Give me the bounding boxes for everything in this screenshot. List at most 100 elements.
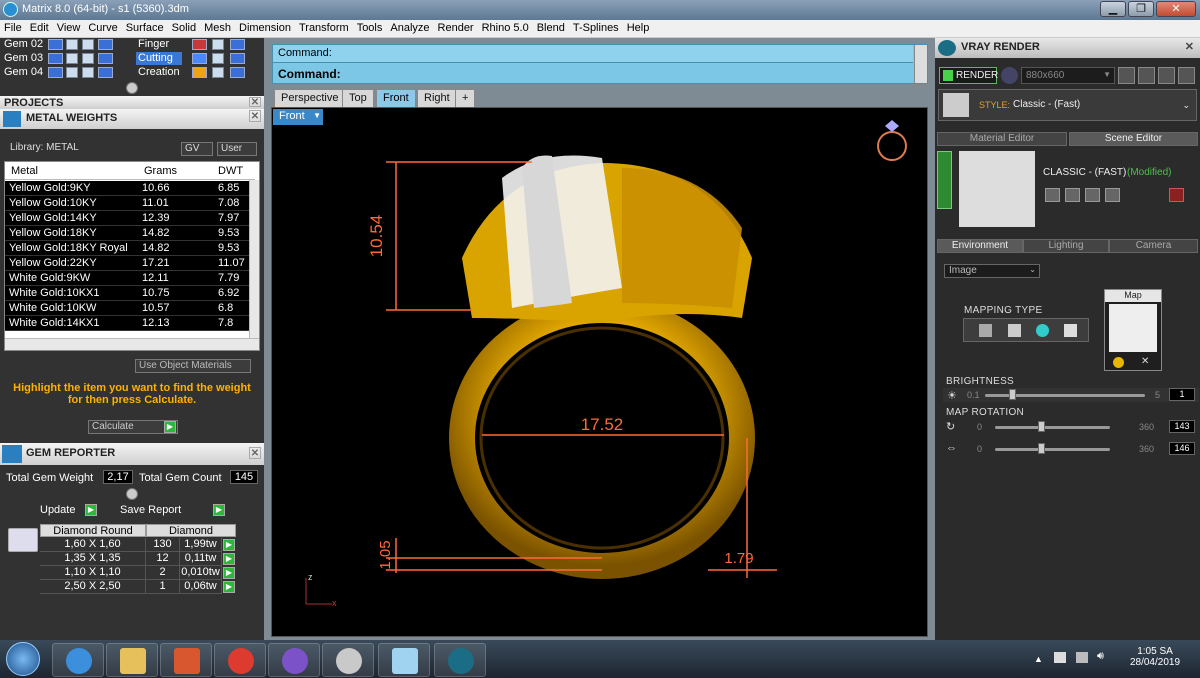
menu-mesh[interactable]: Mesh (200, 20, 235, 34)
collapse-handle[interactable] (126, 488, 138, 500)
tab-perspective[interactable]: Perspective (274, 89, 346, 107)
user-button[interactable]: User (217, 142, 257, 156)
table-row[interactable]: White Gold:14KX1 12.13 7.8 (5, 316, 249, 331)
layer-row[interactable]: Gem 04 Creation (0, 66, 264, 80)
finish-material-swatch[interactable] (230, 53, 245, 64)
paint-taskbar-icon[interactable] (322, 643, 374, 677)
menu-rhino[interactable]: Rhino 5.0 (478, 20, 533, 34)
lock-icon[interactable] (212, 39, 224, 50)
command-scrollbar[interactable] (914, 45, 927, 83)
add-icon[interactable] (1085, 188, 1100, 202)
menu-help[interactable]: Help (623, 20, 654, 34)
map-remove-icon[interactable]: ✕ (1141, 356, 1149, 367)
material-swatch[interactable] (98, 53, 113, 64)
menu-analyze[interactable]: Analyze (386, 20, 433, 34)
ie-taskbar-icon[interactable] (52, 643, 104, 677)
tab-add[interactable]: + (455, 89, 476, 107)
tab-right[interactable]: Right (417, 89, 457, 107)
tab-environment[interactable]: Environment (937, 239, 1023, 253)
menu-transform[interactable]: Transform (295, 20, 353, 34)
visibility-icon[interactable] (66, 39, 78, 50)
expand-handle[interactable] (937, 151, 952, 209)
rotation2-value[interactable]: 146 (1169, 442, 1195, 455)
table-hscrollbar[interactable] (5, 338, 259, 350)
visibility-icon[interactable] (66, 53, 78, 64)
clock[interactable]: 1:05 SA 28/04/2019 (1120, 646, 1190, 668)
tray-up-icon[interactable]: ▲ (1034, 654, 1043, 664)
mapping-plane-icon[interactable] (979, 324, 992, 337)
menu-render[interactable]: Render (434, 20, 478, 34)
grid-icon[interactable] (1138, 67, 1155, 84)
rotation1-knob[interactable] (1038, 421, 1045, 432)
minimize-button[interactable]: ▁ (1100, 1, 1126, 17)
volume-icon[interactable]: 🔊︎ (1097, 650, 1104, 663)
render-button[interactable]: RENDER (939, 67, 998, 84)
layer-row[interactable]: Gem 02 Finger (0, 38, 264, 52)
update-label[interactable]: Update (40, 504, 75, 516)
rewind-icon[interactable] (1118, 67, 1135, 84)
gv-button[interactable]: GV (181, 142, 213, 156)
table-row[interactable]: Yellow Gold:22KY 17.21 11.07 (5, 256, 249, 271)
command-input[interactable]: Command: (273, 64, 913, 84)
lock-icon[interactable] (212, 53, 224, 64)
material-swatch[interactable] (98, 67, 113, 78)
explorer-taskbar-icon[interactable] (106, 643, 158, 677)
visibility-icon[interactable] (66, 67, 78, 78)
environment-select[interactable]: Image ⌄ (944, 264, 1040, 278)
material-swatch[interactable] (98, 39, 113, 50)
menu-curve[interactable]: Curve (84, 20, 121, 34)
table-row[interactable]: White Gold:10KW 10.57 6.8 (5, 301, 249, 316)
metal-weights-table[interactable]: Metal Grams DWT Yellow Gold:9KY 10.66 6.85… (4, 161, 260, 351)
frame-icon[interactable] (1178, 67, 1195, 84)
menu-file[interactable]: File (0, 20, 26, 34)
rotation1-value[interactable]: 143 (1169, 420, 1195, 433)
network-icon[interactable] (1076, 652, 1088, 663)
lock-icon[interactable] (82, 67, 94, 78)
gem-table[interactable]: Diamond Round Diamond 1,60 X 1,60 130 1,99… (4, 524, 236, 596)
menu-tsplines[interactable]: T-Splines (569, 20, 623, 34)
table-row[interactable]: Yellow Gold:10KY 11.01 7.08 (5, 196, 249, 211)
ring-view-icon[interactable] (877, 131, 907, 161)
layer-row[interactable]: Gem 03 Cutting (0, 52, 264, 66)
finish-color-swatch[interactable] (192, 67, 207, 78)
table-row[interactable]: White Gold:10KX1 10.75 6.92 (5, 286, 249, 301)
rotation2-slider[interactable] (995, 448, 1110, 451)
map-thumbnail[interactable]: Map ✕ (1104, 289, 1162, 371)
map-edit-icon[interactable] (1113, 357, 1124, 368)
style-select[interactable]: STYLE: Classic - (Fast) ⌄ (938, 89, 1197, 121)
resolution-select[interactable]: 880x660 ▼ (1021, 67, 1115, 84)
mapping-sphere-icon[interactable] (1036, 324, 1049, 337)
media-taskbar-icon[interactable] (160, 643, 212, 677)
close-button[interactable]: ✕ (1156, 1, 1196, 17)
chrome-taskbar-icon[interactable] (214, 643, 266, 677)
finish-color-swatch[interactable] (192, 39, 207, 50)
table-scrollbar[interactable] (249, 180, 259, 338)
table-row[interactable]: White Gold:9KW 12.11 7.79 (5, 271, 249, 286)
tab-lighting[interactable]: Lighting (1023, 239, 1109, 253)
save-icon[interactable] (1045, 188, 1060, 202)
brightness-knob[interactable] (1009, 389, 1016, 400)
select-gems-button[interactable]: ▶ (223, 553, 235, 565)
table-row[interactable]: Yellow Gold:14KY 12.39 7.97 (5, 211, 249, 226)
select-gems-button[interactable]: ▶ (223, 567, 235, 579)
close-icon[interactable]: ✕ (249, 447, 261, 459)
use-object-materials-field[interactable]: Use Object Materials (135, 359, 251, 373)
collapse-handle[interactable] (126, 82, 138, 94)
table-row[interactable]: Yellow Gold:9KY 10.66 6.85 (5, 181, 249, 196)
close-icon[interactable]: ✕ (249, 97, 261, 108)
camera-icon[interactable] (1001, 67, 1018, 84)
lock-icon[interactable] (82, 39, 94, 50)
select-gems-button[interactable]: ▶ (223, 581, 235, 593)
menu-tools[interactable]: Tools (353, 20, 387, 34)
finish-material-swatch[interactable] (230, 67, 245, 78)
rotation2-knob[interactable] (1038, 443, 1045, 454)
lock-icon[interactable] (82, 53, 94, 64)
tab-camera[interactable]: Camera (1109, 239, 1198, 253)
save-report-button[interactable]: ▶ (213, 504, 225, 516)
reset-icon[interactable] (1169, 188, 1184, 202)
maximize-button[interactable]: ❐ (1128, 1, 1154, 17)
action-center-icon[interactable] (1054, 652, 1066, 663)
menu-edit[interactable]: Edit (26, 20, 53, 34)
menu-dimension[interactable]: Dimension (235, 20, 295, 34)
menu-surface[interactable]: Surface (122, 20, 168, 34)
